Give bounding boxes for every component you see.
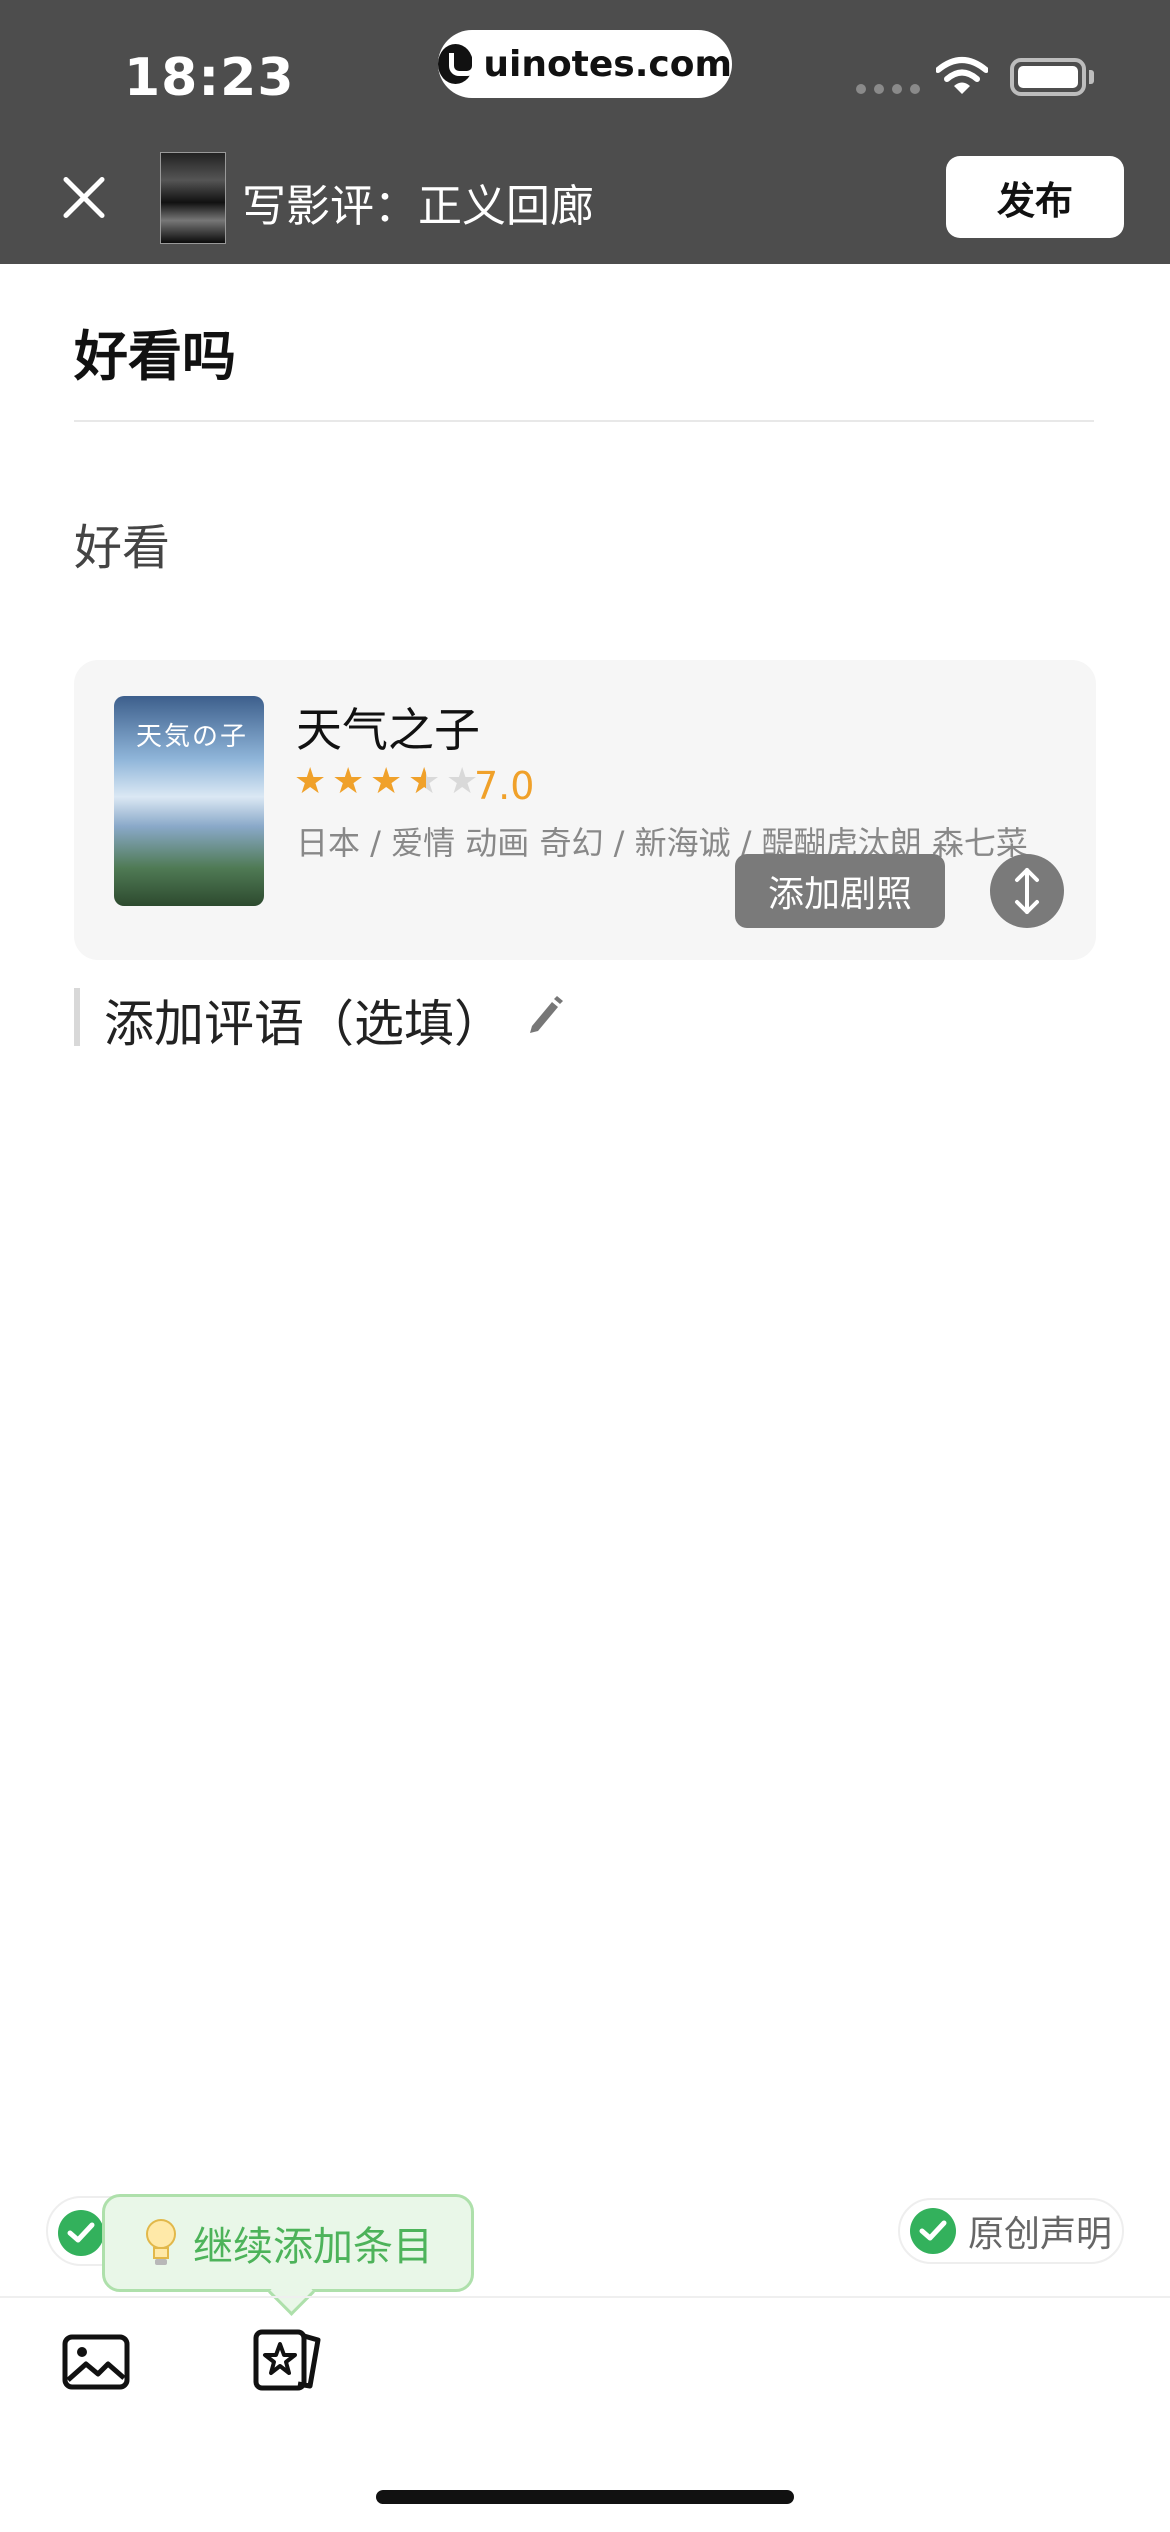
lightbulb-icon <box>146 2219 176 2265</box>
url-text: uinotes.com <box>483 43 732 85</box>
comment-prompt[interactable]: 添加评语（选填） <box>104 984 504 1056</box>
star-icon: ★ <box>294 761 327 802</box>
top-bar: 18:23 uinotes.com 写影评：正义回廊 发布 <box>0 0 1170 264</box>
home-indicator <box>376 2490 794 2504</box>
url-pill[interactable]: uinotes.com <box>438 30 732 98</box>
reorder-button[interactable] <box>990 854 1064 928</box>
divider <box>74 420 1094 422</box>
page-title: 写影评：正义回廊 <box>242 181 594 232</box>
original-declaration-toggle[interactable]: 原创声明 <box>898 2198 1124 2264</box>
toolbar-divider <box>0 2296 1170 2298</box>
comment-accent-bar <box>74 988 80 1046</box>
image-icon[interactable] <box>62 2334 130 2390</box>
star-rating: ★ ★ ★ ★ ★ <box>294 761 482 802</box>
movie-card[interactable]: 天気の子 天气之子 ★ ★ ★ ★ ★ 7.0 日本 / 爱情 动画 奇幻 / … <box>74 660 1096 960</box>
star-icon: ★ <box>370 761 403 802</box>
rating-value: 7.0 <box>474 764 535 808</box>
close-icon[interactable] <box>52 168 112 228</box>
status-time: 18:23 <box>124 48 295 108</box>
movie-poster: 天気の子 <box>114 696 264 906</box>
tooltip-text: 继续添加条目 <box>193 2224 433 2270</box>
half-star-icon: ★ <box>408 764 444 801</box>
battery-nub <box>1089 70 1094 84</box>
review-title-input[interactable]: 好看吗 <box>74 312 236 391</box>
star-card-icon[interactable] <box>252 2328 324 2392</box>
poster-caption: 天気の子 <box>136 722 249 752</box>
add-still-button[interactable]: 添加剧照 <box>735 854 945 928</box>
pencil-icon[interactable] <box>524 992 564 1036</box>
add-item-tooltip[interactable]: 继续添加条目 <box>102 2194 474 2292</box>
movie-name: 天气之子 <box>296 703 480 757</box>
checkmark-icon <box>58 2210 104 2256</box>
publish-button[interactable]: 发布 <box>946 156 1124 238</box>
checkmark-icon <box>910 2208 956 2254</box>
battery-icon <box>1010 58 1086 96</box>
signal-icon <box>856 84 920 94</box>
original-label: 原创声明 <box>968 2214 1113 2255</box>
star-icon: ★ <box>332 761 365 802</box>
site-logo-icon <box>438 44 478 84</box>
review-body-input[interactable]: 好看 <box>74 508 170 578</box>
movie-thumbnail <box>160 152 226 244</box>
wifi-icon <box>936 57 988 94</box>
reorder-arrows-icon <box>1015 868 1039 914</box>
